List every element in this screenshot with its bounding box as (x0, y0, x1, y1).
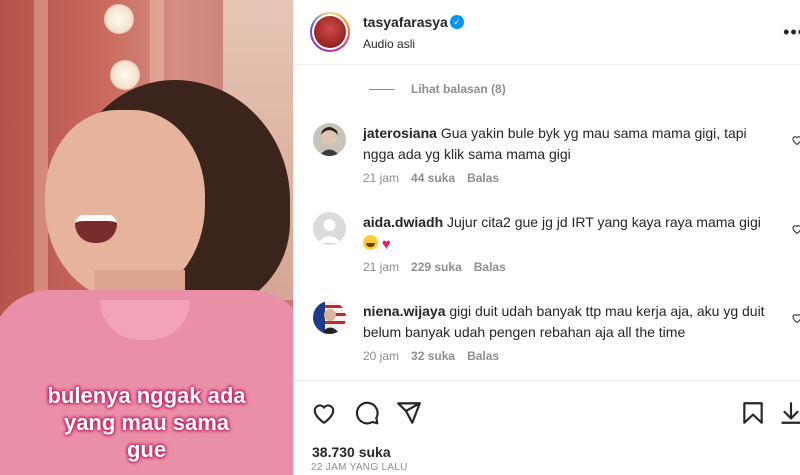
author-avatar[interactable] (310, 12, 350, 52)
media-caption-line: bulenya nggak ada (47, 383, 246, 408)
bookmark-icon[interactable] (740, 400, 766, 426)
laughing-tears-emoji (363, 235, 378, 250)
comment-likes[interactable]: 229 suka (411, 260, 462, 274)
red-heart-emoji: ♥ (381, 236, 391, 253)
reply-button[interactable]: Balas (474, 260, 506, 274)
comment-heart-icon[interactable] (791, 223, 800, 235)
comment-text: Jujur cita2 gue jg jd IRT yang kaya raya… (447, 214, 761, 230)
download-icon[interactable] (778, 400, 800, 426)
light-bulb (110, 60, 140, 90)
comment-likes[interactable]: 32 suka (411, 349, 455, 363)
comment-time: 21 jam (363, 171, 400, 185)
commenter-avatar[interactable] (313, 123, 346, 156)
comment-meta: 21 jam 44 suka Balas (363, 171, 499, 185)
view-replies-label: Lihat balasan (8) (411, 82, 506, 96)
reply-button[interactable]: Balas (467, 349, 499, 363)
media-caption-line: yang mau sama (63, 410, 230, 435)
share-icon[interactable] (396, 400, 422, 426)
post-side-panel: tasyafarasya ✓ Audio asli ••• Lihat bala… (293, 0, 800, 475)
comment-username[interactable]: aida.dwiadh (363, 214, 443, 230)
verified-badge-icon: ✓ (450, 15, 464, 29)
more-options-icon[interactable]: ••• (783, 22, 800, 43)
replies-divider (369, 88, 395, 90)
audio-label[interactable]: Audio asli (363, 37, 415, 51)
post-header: tasyafarasya ✓ Audio asli ••• (294, 0, 800, 65)
likes-count[interactable]: 38.730 suka (312, 444, 391, 460)
reply-button[interactable]: Balas (467, 171, 499, 185)
media-caption-line: gue (126, 437, 167, 462)
author-username[interactable]: tasyafarasya (363, 14, 448, 30)
view-replies-button[interactable]: Lihat balasan (8) (369, 82, 506, 96)
comment-meta: 21 jam 229 suka Balas (363, 260, 506, 274)
comment-username[interactable]: jaterosiana (363, 125, 437, 141)
comment-meta: 20 jam 32 suka Balas (363, 349, 499, 363)
commenter-avatar[interactable] (313, 301, 346, 334)
post-media[interactable]: bulenya nggak ada yang mau sama gue (0, 0, 293, 475)
comment-time: 20 jam (363, 349, 400, 363)
comment-time: 21 jam (363, 260, 400, 274)
comment-heart-icon[interactable] (791, 312, 800, 324)
comment-username[interactable]: niena.wijaya (363, 303, 445, 319)
comment-likes[interactable]: 44 suka (411, 171, 455, 185)
wall-stripe (34, 0, 48, 330)
heart-icon[interactable] (311, 400, 337, 426)
comment-icon[interactable] (354, 400, 380, 426)
light-bulb (104, 4, 134, 34)
comment-heart-icon[interactable] (791, 134, 800, 146)
commenter-avatar[interactable] (313, 212, 346, 245)
post-timestamp: 22 JAM YANG LALU (311, 462, 408, 473)
post-actions-bar: 38.730 suka (294, 380, 800, 475)
